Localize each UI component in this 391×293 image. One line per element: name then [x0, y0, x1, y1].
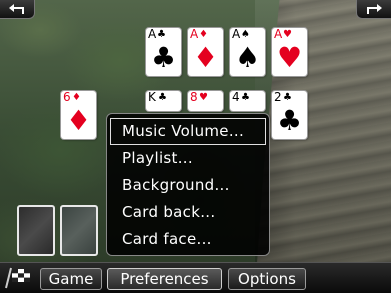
card-suit-small: ♦ — [72, 92, 81, 103]
menu-item-card-back[interactable]: Card back... — [110, 199, 266, 226]
card-suit-small: ♣ — [157, 29, 166, 40]
card-suit-large: ♥ — [276, 41, 303, 74]
tableau-card-5[interactable]: 2 ♣ ♣ — [272, 91, 307, 139]
card-suit-small: ♣ — [241, 92, 250, 103]
stock-pile[interactable] — [17, 205, 55, 256]
foundation-card-diamonds[interactable]: A ♦ ♦ — [188, 28, 223, 76]
card-suit-large: ♦ — [192, 41, 219, 74]
redo-button[interactable] — [356, 0, 391, 19]
tableau-card-4[interactable]: 4 ♣ — [230, 91, 265, 111]
card-suit-large: ♦ — [65, 104, 92, 137]
redo-arrow-icon — [367, 4, 382, 14]
card-rank: A — [190, 27, 199, 41]
menu-item-music-volume[interactable]: Music Volume... — [110, 118, 266, 145]
waste-pile[interactable] — [60, 205, 98, 256]
card-suit-small: ♠ — [241, 29, 250, 40]
card-rank: A — [232, 27, 241, 41]
tab-options[interactable]: Options — [228, 268, 306, 290]
card-suit-small: ♥ — [199, 92, 208, 103]
card-suit-small: ♥ — [283, 29, 292, 40]
undo-button[interactable] — [0, 0, 35, 19]
card-rank: K — [148, 91, 156, 104]
card-rank: 6 — [63, 90, 71, 104]
tab-game[interactable]: Game — [40, 268, 102, 290]
card-suit-small: ♦ — [199, 29, 208, 40]
menu-item-background[interactable]: Background... — [110, 172, 266, 199]
card-suit-small: ♣ — [158, 92, 167, 103]
card-rank: A — [274, 27, 283, 41]
card-rank: A — [148, 27, 157, 41]
tab-preferences[interactable]: Preferences — [107, 268, 222, 290]
bottom-toolbar: Game Preferences Options — [0, 262, 391, 293]
card-rank: 4 — [232, 91, 240, 104]
undo-arrow-icon — [9, 4, 24, 14]
card-suit-large: ♠ — [234, 41, 261, 74]
card-suit-small: ♣ — [283, 92, 292, 103]
card-suit-large: ♣ — [276, 104, 303, 137]
card-rank: 8 — [190, 91, 198, 104]
checkered-flag-icon[interactable] — [3, 266, 33, 290]
card-suit-large: ♣ — [150, 41, 177, 74]
tableau-card-2[interactable]: K ♣ — [146, 91, 181, 111]
preferences-menu: Music Volume... Playlist... Background..… — [106, 113, 270, 256]
tableau-card-3[interactable]: 8 ♥ — [188, 91, 223, 111]
menu-item-card-face[interactable]: Card face... — [110, 226, 266, 253]
foundation-card-hearts[interactable]: A ♥ ♥ — [272, 28, 307, 76]
menu-item-playlist[interactable]: Playlist... — [110, 145, 266, 172]
foundation-card-clubs[interactable]: A ♣ ♣ — [146, 28, 181, 76]
tableau-card-1[interactable]: 6 ♦ ♦ — [61, 91, 96, 139]
foundation-card-spades[interactable]: A ♠ ♠ — [230, 28, 265, 76]
card-rank: 2 — [274, 90, 282, 104]
